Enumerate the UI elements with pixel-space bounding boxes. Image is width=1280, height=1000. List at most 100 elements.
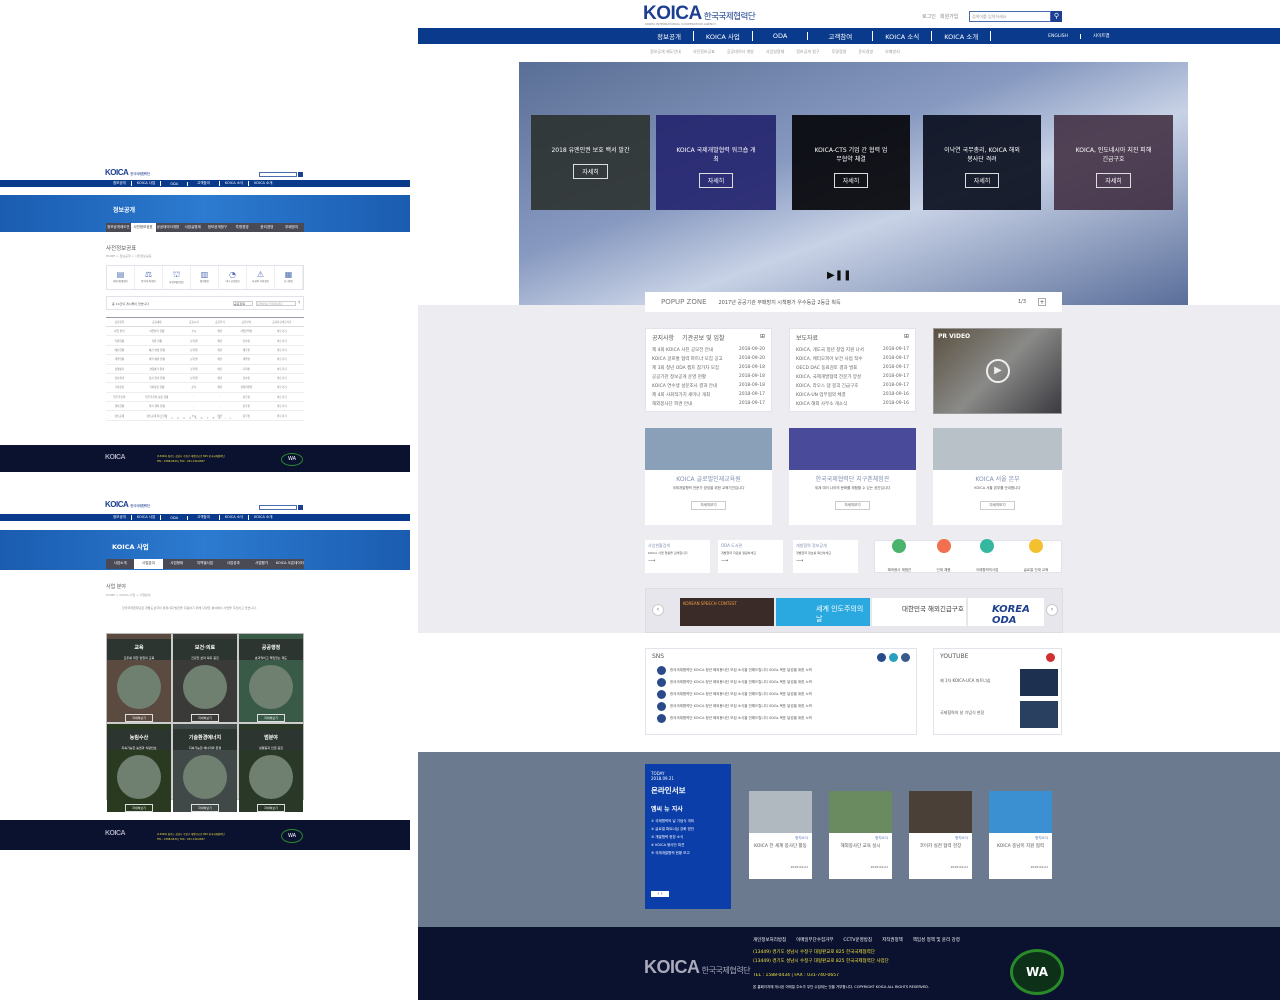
list-item[interactable]: KOICA-UN 업무협약 체결 2018-09-16	[796, 392, 909, 398]
nav-item[interactable]: KOICA 사업	[132, 515, 162, 520]
category-icon-item[interactable]: ▦ 공시정보	[275, 266, 303, 289]
card-button[interactable]: 자세히보기	[691, 501, 726, 510]
list-item[interactable]: KOICA, 에티오피아 보건 사업 착수 2018-09-17	[796, 356, 909, 362]
nav-item[interactable]: 정보공개	[645, 31, 694, 41]
page-link[interactable]: 2	[177, 416, 179, 420]
footer-link[interactable]: CCTV운영방침	[843, 937, 872, 943]
online-news-item[interactable]: ③ 개발협력 현장 소식	[651, 835, 725, 840]
tab-item[interactable]: 윤리경영	[255, 223, 280, 232]
online-news-item[interactable]: ① 국제협력의 날 기념식 개최	[651, 819, 725, 824]
sns-item[interactable]: 한국국제협력단 KOICA 청년 해외봉사단 모집 소식을 전해드립니다 SDG…	[657, 714, 910, 723]
online-news-item[interactable]: ④ KOICA 봉사단 파견	[651, 843, 725, 848]
footer-link[interactable]: 저작권정책	[882, 937, 903, 943]
category-icon-item[interactable]: ◔ 기타 공표정보	[219, 266, 247, 289]
list-item[interactable]: 해외봉사단 파견 안내 2018-09-17	[652, 401, 765, 407]
list-item[interactable]: 제 4회 KOICA 사진 공모전 안내 2018-09-20	[652, 347, 765, 353]
hero-card-button[interactable]: 자세히	[964, 173, 1000, 188]
nav-english[interactable]: ENGLISH	[1036, 33, 1081, 39]
hero-card[interactable]: KOICA-CTS 기업 간 협력 업무협약 체결 자세히	[792, 115, 910, 210]
hero-card-button[interactable]: 자세히	[573, 164, 608, 179]
tab-item[interactable]: 사업실명제	[180, 223, 205, 232]
tab-item[interactable]: 부패방지	[279, 223, 304, 232]
shortcut-button[interactable]: 바로가기	[259, 345, 304, 356]
field-button[interactable]: 자세히보기	[125, 714, 153, 722]
category-icon-item[interactable]: ▤ 재무/회계정보	[107, 266, 135, 289]
page-link[interactable]: »	[230, 416, 232, 420]
feature-card[interactable]: KOICA 글로벌인재교육원 국제개발협력 전문가 양성을 위한 교육기관입니다 자…	[645, 428, 772, 525]
banner[interactable]: 세계 인도주의의 날	[776, 598, 870, 626]
shortcut-button[interactable]: 바로가기	[259, 326, 304, 337]
shortcut-button[interactable]: 바로가기	[259, 382, 304, 393]
youtube-item[interactable]: 국제협력의 날 기념식 현장	[940, 701, 1060, 728]
nav-item[interactable]: KOICA 소개	[249, 181, 277, 186]
nav-item[interactable]: 고객참여	[188, 181, 220, 186]
youtube-item[interactable]: 제 1차 KOICA-UCA 파트너십	[940, 669, 1060, 696]
login-link[interactable]: 로그인	[922, 13, 936, 20]
list-item[interactable]: KOICA, 라오스 댐 붕괴 긴급구호 2018-09-17	[796, 383, 909, 389]
list-item[interactable]: 공공기관 정보공개 운영 현황 2018-09-18	[652, 374, 765, 380]
sns-item[interactable]: 한국국제협력단 KOICA 청년 해외봉사단 모집 소식을 전해드립니다 SDG…	[657, 678, 910, 687]
hero-card[interactable]: KOICA, 인도네시아 지진 피해 긴급구호 자세히	[1054, 115, 1173, 210]
play-pause-icon[interactable]: ▶❚❚	[827, 270, 851, 281]
quick-icon-item[interactable]: 글로벌 인재 교육	[1024, 538, 1048, 575]
list-item[interactable]: KOICA, 국제개발협력 전문가 양성 2018-09-17	[796, 374, 909, 380]
page-link[interactable]: 4	[189, 416, 191, 420]
field-button[interactable]: 자세히보기	[257, 714, 285, 722]
field-button[interactable]: 자세히보기	[191, 804, 219, 812]
nav-item[interactable]: KOICA 소개	[932, 31, 992, 41]
p2-logo[interactable]: KOICA 한국국제협력단	[105, 500, 150, 509]
p1-search-input[interactable]	[259, 172, 297, 177]
field-tile[interactable]: 기술환경에너지 지속가능한 에너지와 환경 자세히보기	[173, 724, 237, 812]
subnav-item[interactable]: 정보공개 청구	[796, 49, 819, 55]
nav-item[interactable]: ODA	[161, 515, 188, 520]
nav-item[interactable]: KOICA 사업	[132, 181, 162, 186]
search-input[interactable]: 검색어를 입력하세요	[256, 301, 296, 306]
news-card[interactable]: 현지소식 KOICA 전 세계 봉사단 활동 2018-09-21	[749, 791, 812, 879]
quick-icon-item[interactable]: 해외봉사 체험관	[888, 538, 911, 575]
nav-item[interactable]: KOICA 소개	[249, 515, 277, 520]
tab-item[interactable]: 지역별사업	[191, 559, 219, 569]
nav-item[interactable]: KOICA 소식	[873, 31, 933, 41]
news-card[interactable]: 현지소식 해외봉사단 교육 실시 2018-09-21	[829, 791, 892, 879]
search-icon[interactable]: ⚲	[298, 300, 300, 304]
category-icon-item[interactable]: ▥ 경영정보	[191, 266, 219, 289]
page-link[interactable]: 5	[195, 416, 197, 420]
field-tile[interactable]: 공공행정 효과적이고 책임있는 제도 자세히보기	[239, 634, 303, 722]
popup-more-icon[interactable]: +	[1038, 298, 1046, 306]
quick-icon-item[interactable]: 국제협력의사업	[976, 538, 998, 575]
nav-item[interactable]: KOICA 사업	[694, 31, 753, 41]
footer-link[interactable]: 이메일무단수집거부	[796, 937, 833, 943]
popup-zone[interactable]: POPUP ZONE 2017년 공공기관 부패방지 시책평가 우수등급 2등급…	[645, 292, 1062, 312]
nav-item[interactable]: KOICA 소식	[220, 181, 250, 186]
hero-card[interactable]: 이낙연 국무총리, KOICA 해외봉사단 격려 자세히	[923, 115, 1041, 210]
nav-item[interactable]: 정보공개	[108, 181, 132, 186]
field-button[interactable]: 자세히보기	[191, 714, 219, 722]
page-link[interactable]: 1	[171, 416, 173, 420]
youtube-icon[interactable]	[1046, 653, 1055, 662]
tab-item[interactable]: KOICA 오픈데이터	[276, 559, 304, 569]
field-tile[interactable]: 범분야 성평등과 인권 증진 자세히보기	[239, 724, 303, 812]
search-select[interactable]: 공표항목	[233, 301, 253, 306]
news-card[interactable]: 현지소식 코이카 실천 협력 현장 2018-09-21	[909, 791, 972, 879]
page-link[interactable]: ›	[224, 416, 225, 420]
nav-item[interactable]: 정보공개	[108, 515, 132, 520]
online-news-item[interactable]: ⑤ 국제개발협력 현황 보고	[651, 851, 725, 856]
subnav-item[interactable]: 윤리경영	[858, 49, 873, 55]
tab-item[interactable]: 사업소개	[106, 559, 134, 569]
hero-card-button[interactable]: 자세히	[1096, 173, 1131, 188]
feature-card[interactable]: 한국국제협력단 지구촌체험관 세계 여러 나라의 문화를 체험할 수 있는 공간입…	[789, 428, 916, 525]
press-title[interactable]: 보도자료	[796, 333, 818, 342]
list-item[interactable]: OECD DAC 동료검토 결과 발표 2018-09-17	[796, 365, 909, 371]
card-button[interactable]: 자세히보기	[980, 501, 1015, 510]
hero-card[interactable]: 2018 유엔인권 보호 백서 발간 자세히	[531, 115, 650, 210]
shortcut-button[interactable]: 바로가기	[259, 354, 304, 365]
shortcut-button[interactable]: 바로가기	[259, 410, 304, 421]
list-item[interactable]: 제 4회 사회적가치 세미나 개최 2018-09-17	[652, 392, 765, 398]
play-icon[interactable]: ▶	[986, 359, 1010, 383]
nav-item[interactable]: ODA	[161, 181, 188, 186]
prev-arrow-icon[interactable]: ‹	[652, 604, 664, 616]
next-arrow-icon[interactable]: ›	[1046, 604, 1058, 616]
subnav-item[interactable]: 정보공개 제도안내	[650, 49, 681, 55]
list-item[interactable]: KOICA 해외 사무소 개소식 2018-09-16	[796, 401, 909, 407]
p1-logo[interactable]: KOICA 한국국제협력단	[105, 168, 150, 177]
